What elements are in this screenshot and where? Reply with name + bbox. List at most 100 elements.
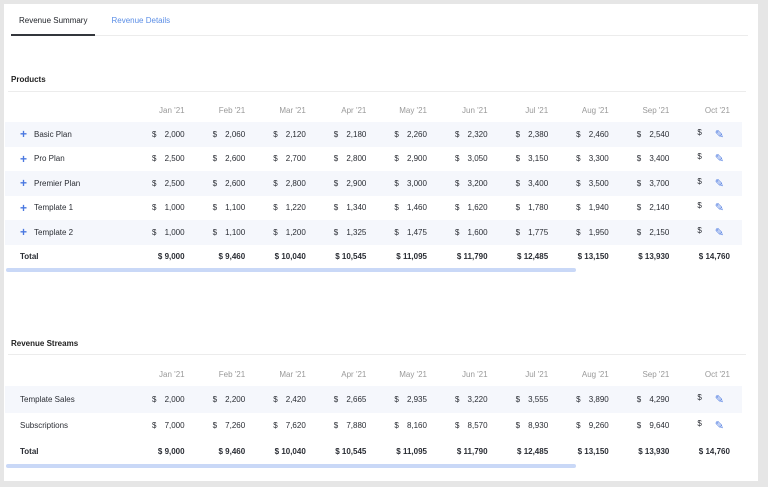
value-cell[interactable]: $2,380 — [490, 130, 551, 139]
value-cell[interactable]: $2,540 — [611, 130, 672, 139]
value-cell[interactable]: $7,880 — [308, 421, 369, 430]
value-cell[interactable]: $8,160 — [368, 421, 429, 430]
value-cell[interactable]: $2,460 — [550, 130, 611, 139]
tab-revenue-details[interactable]: Revenue Details — [103, 4, 178, 36]
value-cell[interactable]: $2,500 — [126, 154, 187, 163]
value-cell[interactable]: $1,100 — [187, 228, 248, 237]
value-cell-editable[interactable]: $ ✎ — [671, 152, 732, 165]
value-cell[interactable]: $2,800 — [247, 179, 308, 188]
value-cell[interactable]: $1,100 — [187, 203, 248, 212]
value-cell[interactable]: $9,260 — [550, 421, 611, 430]
pencil-edit-icon[interactable]: ✎ — [715, 419, 724, 432]
value-cell[interactable]: $2,320 — [429, 130, 490, 139]
pencil-edit-icon[interactable]: ✎ — [715, 393, 724, 406]
value-cell[interactable]: $1,220 — [247, 203, 308, 212]
month-header: May '21 — [399, 369, 427, 379]
value-amount: 3,150 — [528, 154, 549, 164]
value-cell[interactable]: $2,800 — [308, 154, 369, 163]
expand-plus-icon[interactable]: + — [20, 176, 28, 190]
value-cell[interactable]: $3,400 — [611, 154, 672, 163]
value-cell[interactable]: $1,620 — [429, 203, 490, 212]
value-cell-editable[interactable]: $ ✎ — [671, 393, 732, 406]
value-cell[interactable]: $2,150 — [611, 228, 672, 237]
value-cell[interactable]: $2,700 — [247, 154, 308, 163]
total-row: Total $ 9,000 $ 9,460 $ 10,040 $ 10,545 $ 11,… — [5, 245, 742, 270]
value-cell[interactable]: $3,555 — [490, 395, 551, 404]
value-cell[interactable]: $7,260 — [187, 421, 248, 430]
value-cell[interactable]: $3,150 — [490, 154, 551, 163]
value-cell-editable[interactable]: $ ✎ — [671, 201, 732, 214]
value-cell[interactable]: $1,000 — [126, 228, 187, 237]
expand-plus-icon[interactable]: + — [20, 201, 28, 215]
value-amount: 2,600 — [225, 154, 246, 164]
value-cell[interactable]: $2,060 — [187, 130, 248, 139]
value-cell[interactable]: $2,140 — [611, 203, 672, 212]
value-cell[interactable]: $1,950 — [550, 228, 611, 237]
value-amount: 4,290 — [649, 394, 670, 404]
value-cell-editable[interactable]: $ ✎ — [671, 226, 732, 239]
value-cell[interactable]: $2,260 — [368, 130, 429, 139]
value-cell[interactable]: $3,700 — [611, 179, 672, 188]
value-cell[interactable]: $2,900 — [368, 154, 429, 163]
products-horizontal-scrollbar[interactable] — [6, 268, 576, 272]
value-cell[interactable]: $1,475 — [368, 228, 429, 237]
value-cell[interactable]: $1,200 — [247, 228, 308, 237]
value-cell[interactable]: $2,180 — [308, 130, 369, 139]
value-cell[interactable]: $3,500 — [550, 179, 611, 188]
value-cell[interactable]: $1,600 — [429, 228, 490, 237]
value-cell[interactable]: $3,200 — [429, 179, 490, 188]
value-cell[interactable]: $3,890 — [550, 395, 611, 404]
value-cell[interactable]: $1,000 — [126, 203, 187, 212]
value-cell[interactable]: $3,000 — [368, 179, 429, 188]
value-amount: 3,555 — [528, 394, 549, 404]
value-cell[interactable]: $2,935 — [368, 395, 429, 404]
value-cell[interactable]: $9,640 — [611, 421, 672, 430]
value-cell[interactable]: $1,775 — [490, 228, 551, 237]
pencil-edit-icon[interactable]: ✎ — [715, 201, 724, 214]
expand-plus-icon[interactable]: + — [20, 225, 28, 239]
value-cell[interactable]: $8,930 — [490, 421, 551, 430]
value-cell[interactable]: $2,120 — [247, 130, 308, 139]
value-cell-editable[interactable]: $ ✎ — [671, 128, 732, 141]
value-cell[interactable]: $2,600 — [187, 179, 248, 188]
value-cell[interactable]: $2,200 — [187, 395, 248, 404]
value-amount: 1,460 — [406, 203, 427, 213]
expand-plus-icon[interactable]: + — [20, 127, 28, 141]
value-cell[interactable]: $2,600 — [187, 154, 248, 163]
value-amount: 2,200 — [225, 394, 246, 404]
pencil-edit-icon[interactable]: ✎ — [715, 128, 724, 141]
value-cell[interactable]: $2,000 — [126, 130, 187, 139]
value-cell[interactable]: $3,300 — [550, 154, 611, 163]
value-cell[interactable]: $2,000 — [126, 395, 187, 404]
value-cell[interactable]: $2,665 — [308, 395, 369, 404]
value-cell-editable[interactable]: $ ✎ — [671, 419, 732, 432]
value-cell[interactable]: $1,460 — [368, 203, 429, 212]
streams-horizontal-scrollbar[interactable] — [6, 464, 576, 468]
tab-revenue-summary[interactable]: Revenue Summary — [11, 4, 96, 36]
value-cell[interactable]: $3,050 — [429, 154, 490, 163]
value-cell[interactable]: $2,500 — [126, 179, 187, 188]
value-cell[interactable]: $1,325 — [308, 228, 369, 237]
products-table: Jan '21 Feb '21 Mar '21 Apr '21 May '21 Jun '… — [5, 98, 742, 269]
value-cell[interactable]: $2,900 — [308, 179, 369, 188]
table-header-row: Jan '21 Feb '21 Mar '21 Apr '21 May '21 Jun '… — [5, 98, 742, 122]
value-cell[interactable]: $7,620 — [247, 421, 308, 430]
value-cell-editable[interactable]: $ ✎ — [671, 177, 732, 190]
pencil-edit-icon[interactable]: ✎ — [715, 226, 724, 239]
value-cell[interactable]: $1,940 — [550, 203, 611, 212]
value-cell[interactable]: $8,570 — [429, 421, 490, 430]
expand-plus-icon[interactable]: + — [20, 152, 28, 166]
currency-symbol: $ — [394, 203, 399, 213]
value-cell[interactable]: $4,290 — [611, 395, 672, 404]
currency-symbol: $ — [576, 394, 581, 404]
pencil-edit-icon[interactable]: ✎ — [715, 152, 724, 165]
value-cell[interactable]: $1,780 — [490, 203, 551, 212]
value-cell[interactable]: $1,340 — [308, 203, 369, 212]
value-cell[interactable]: $2,420 — [247, 395, 308, 404]
value-amount: 3,700 — [649, 178, 670, 188]
value-cell[interactable]: $7,000 — [126, 421, 187, 430]
pencil-edit-icon[interactable]: ✎ — [715, 177, 724, 190]
value-cell[interactable]: $3,220 — [429, 395, 490, 404]
value-cell[interactable]: $3,400 — [490, 179, 551, 188]
value-amount: 1,325 — [346, 227, 367, 237]
